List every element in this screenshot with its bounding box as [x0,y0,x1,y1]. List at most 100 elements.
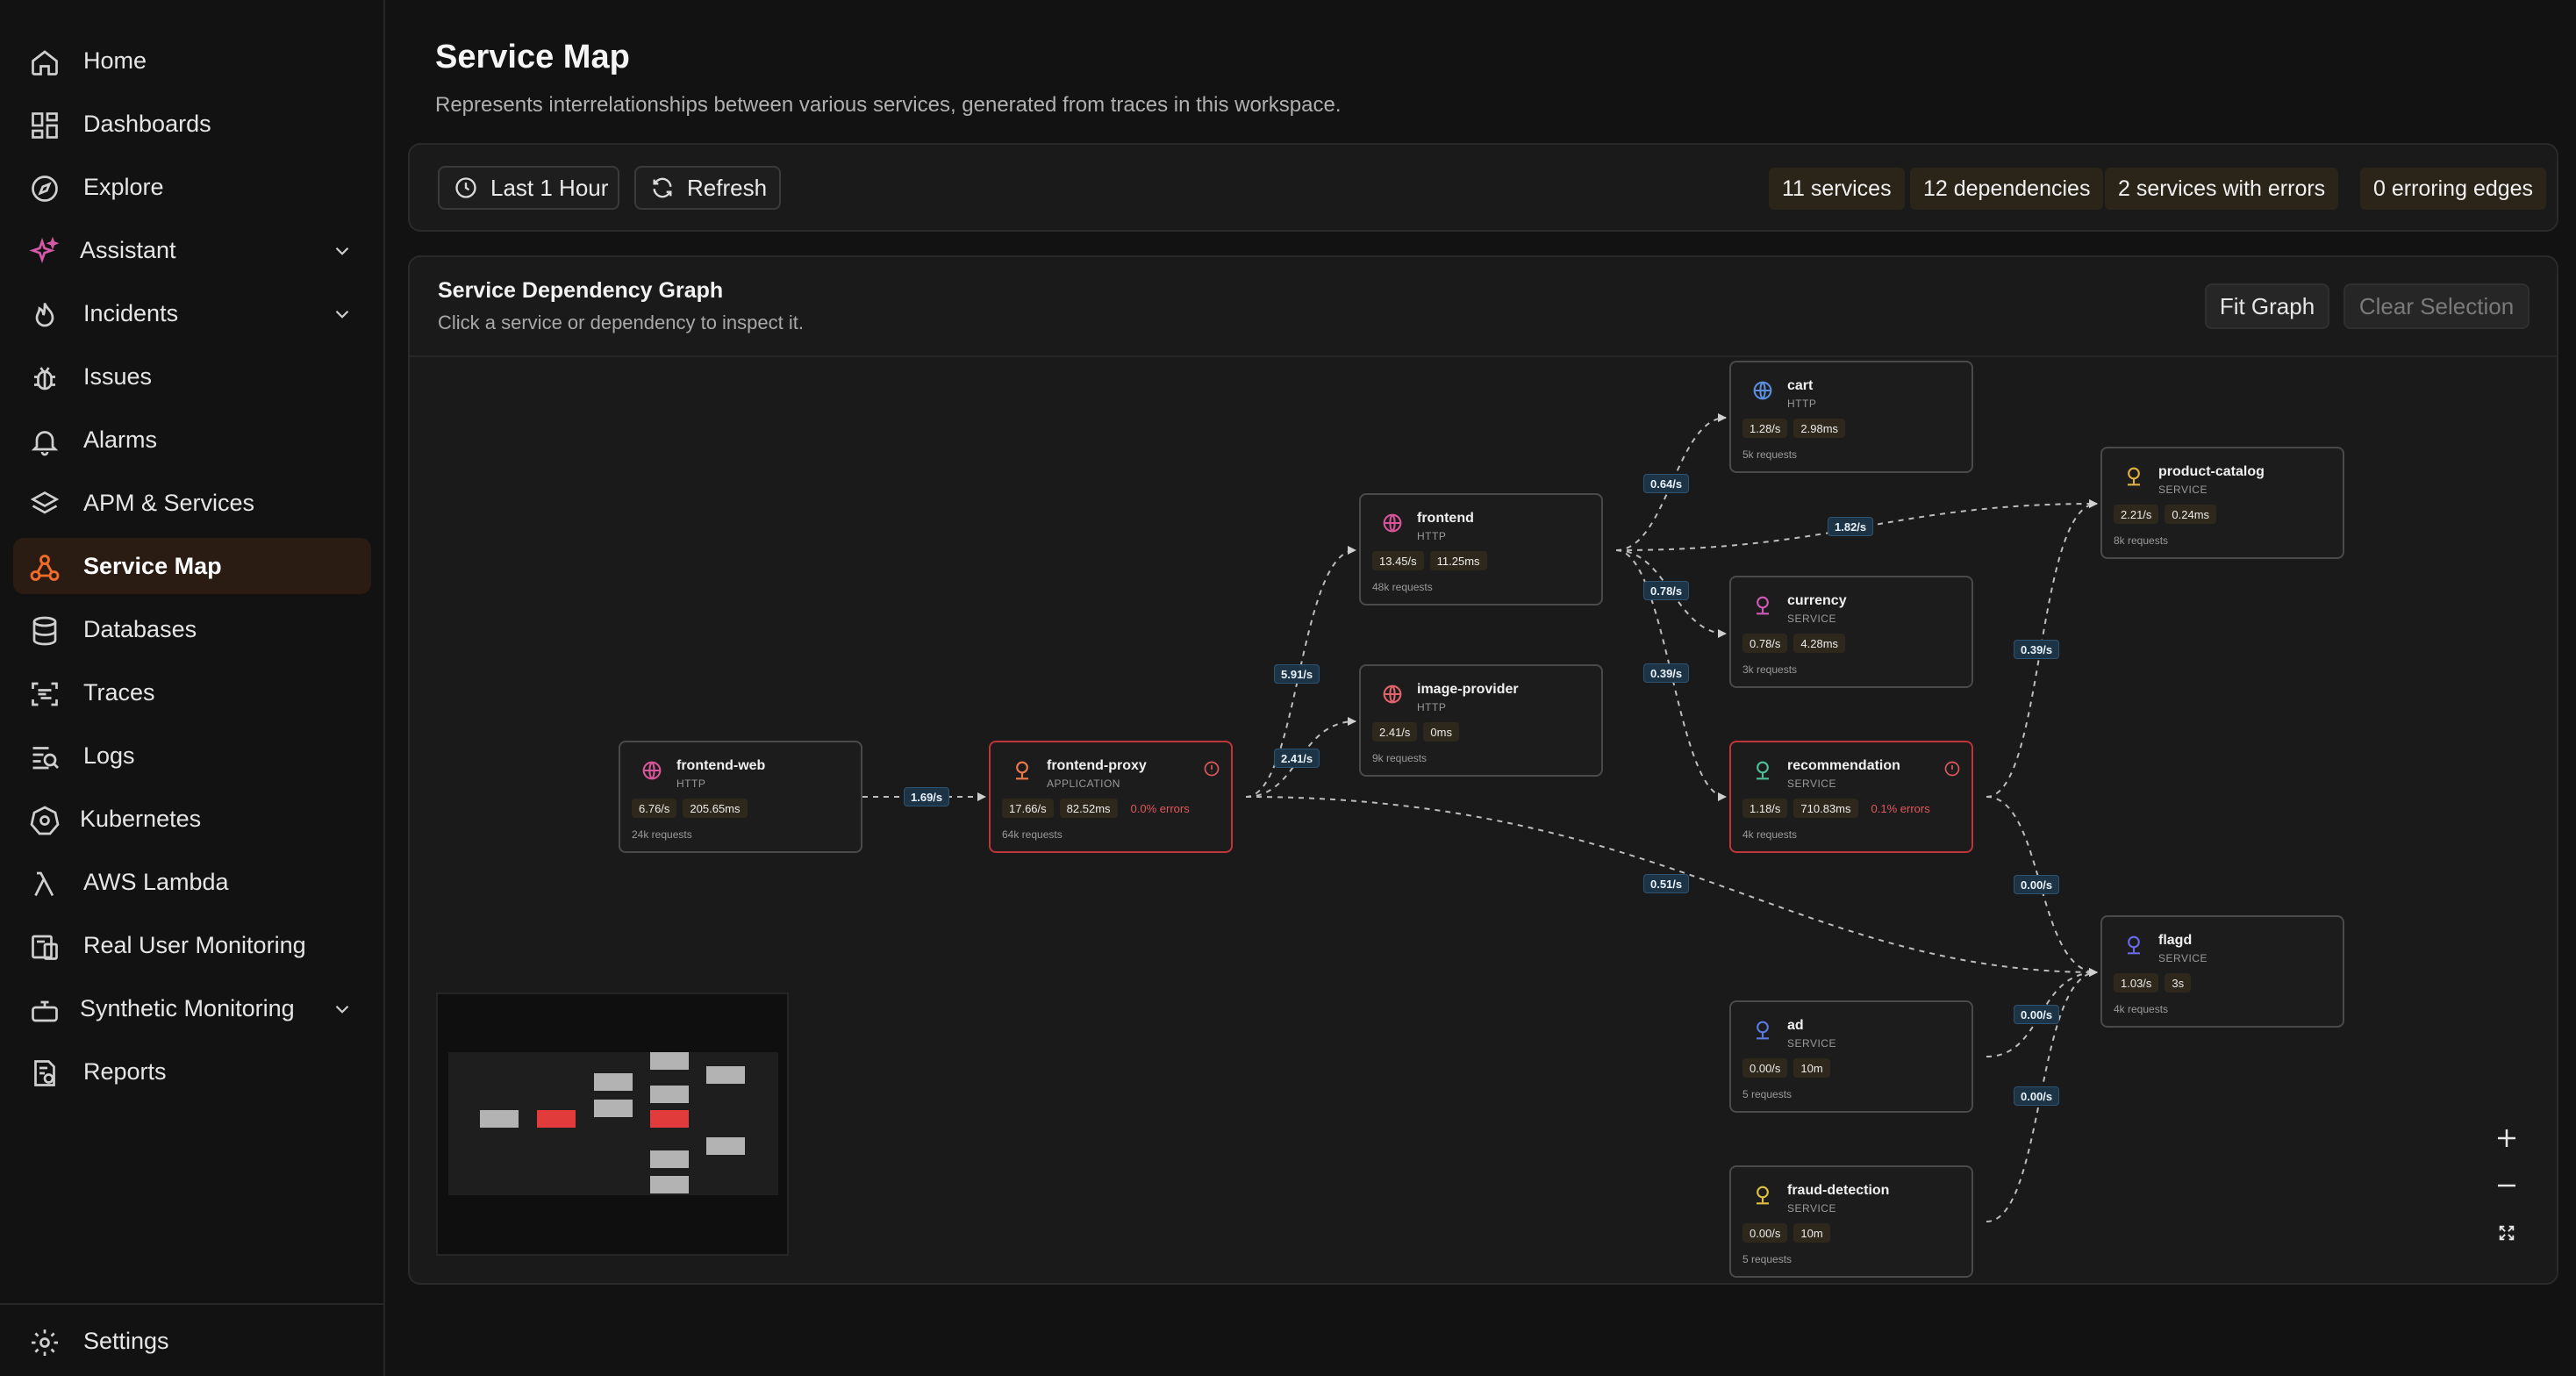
sidebar-item-rum[interactable]: Real User Monitoring [13,917,371,973]
sidebar-item-explore[interactable]: Explore [13,159,371,215]
service-name: frontend [1417,511,1474,526]
graph-title: Service Dependency Graph [438,278,724,303]
sidebar-item-service-map[interactable]: Service Map [13,538,371,594]
latency: 10m [1793,1058,1830,1078]
edge-label[interactable]: 0.00/s [2014,1005,2060,1024]
service-node-fraud-detection[interactable]: fraud-detection SERVICE 0.00/s 10m 5 req… [1729,1165,1973,1278]
service-metrics: 13.45/s 11.25ms [1372,551,1487,570]
service-icon [2122,933,2146,957]
toolbar: Last 1 Hour Refresh 11 services 12 depen… [408,143,2558,232]
minimap-node [650,1176,689,1193]
request-rate: 1.18/s [1742,799,1788,818]
edge-label[interactable]: 1.82/s [1828,517,1874,536]
request-count: 5 requests [1742,1253,1792,1265]
sidebar-item-synthetic-monitoring[interactable]: Synthetic Monitoring [13,980,371,1036]
edge-label[interactable]: 0.39/s [2014,640,2060,659]
database-icon [29,615,61,647]
home-icon [29,47,61,78]
time-range-button[interactable]: Last 1 Hour [438,166,619,210]
request-count: 24k requests [632,828,692,841]
service-node-image-provider[interactable]: image-provider HTTP 2.41/s 0ms 9k reques… [1359,664,1603,777]
plus-icon [2498,1129,2515,1147]
sidebar-item-settings[interactable]: Settings [13,1313,371,1369]
latency: 10m [1793,1223,1830,1243]
service-node-frontend-proxy[interactable]: frontend-proxy APPLICATION 17.66/s 82.52… [989,741,1233,853]
sidebar-nav: Home Dashboards Explore Assistant Incide… [13,32,371,1107]
services-with-errors-badge: 2 services with errors [2105,168,2339,210]
request-count: 3k requests [1742,663,1798,676]
service-node-product-catalog[interactable]: product-catalog SERVICE 2.21/s 0.24ms 8k… [2100,447,2344,559]
chevron-down-icon[interactable] [331,303,354,326]
sidebar-item-traces[interactable]: Traces [13,664,371,720]
gear-icon [29,1327,61,1358]
fit-graph-button[interactable]: Fit Graph [2205,283,2329,329]
sidebar-item-label: Reports [83,1057,167,1085]
chevron-down-icon[interactable] [331,998,354,1021]
request-count: 8k requests [2114,534,2169,547]
service-type: SERVICE [1787,613,1836,625]
kubernetes-icon [29,805,61,836]
traces-icon [29,678,61,710]
service-node-currency[interactable]: currency SERVICE 0.78/s 4.28ms 3k reques… [1729,576,1973,688]
request-rate: 0.78/s [1742,634,1788,653]
robot-icon [29,994,61,1026]
zoom-out-button[interactable] [2489,1168,2524,1203]
service-name: cart [1787,378,1814,393]
sidebar-item-assistant[interactable]: Assistant [13,222,371,278]
sidebar-item-reports[interactable]: Reports [13,1043,371,1100]
service-node-frontend-web[interactable]: frontend-web HTTP 6.76/s 205.65ms 24k re… [619,741,862,853]
sidebar-item-label: Kubernetes [80,805,202,832]
sidebar-item-dashboards[interactable]: Dashboards [13,96,371,152]
service-name: frontend-proxy [1047,758,1147,773]
latency: 0.24ms [2165,505,2217,524]
sidebar-item-label: Dashboards [83,110,211,137]
services-count-badge: 11 services [1769,168,1905,210]
sidebar-item-home[interactable]: Home [13,32,371,89]
service-type: HTTP [1787,398,1817,410]
edge-label[interactable]: 0.78/s [1643,581,1690,600]
service-map-icon [29,552,61,584]
sidebar-item-aws-lambda[interactable]: AWS Lambda [13,854,371,910]
service-name: image-provider [1417,682,1519,697]
edge-label[interactable]: 2.41/s [1274,749,1320,768]
latency: 82.52ms [1059,799,1118,818]
clear-selection-button[interactable]: Clear Selection [2343,283,2529,329]
service-node-frontend[interactable]: frontend HTTP 13.45/s 11.25ms 48k reques… [1359,493,1603,606]
service-name: recommendation [1787,758,1900,773]
sidebar-item-apm-services[interactable]: APM & Services [13,475,371,531]
sidebar-divider [0,1303,385,1305]
edge-label[interactable]: 0.00/s [2014,1086,2060,1106]
edge-label[interactable]: 0.00/s [2014,875,2060,894]
request-rate: 2.41/s [1372,722,1418,742]
error-alert-icon [1943,760,1961,778]
sidebar-item-label: Home [83,47,147,74]
sidebar-item-alarms[interactable]: Alarms [13,412,371,468]
service-node-cart[interactable]: cart HTTP 1.28/s 2.98ms 5k requests [1729,361,1973,473]
edge-label[interactable]: 0.51/s [1643,874,1690,893]
graph-minimap[interactable] [436,993,789,1256]
sidebar-item-issues[interactable]: Issues [13,348,371,405]
service-type: SERVICE [2158,484,2207,496]
edge-label[interactable]: 0.39/s [1643,663,1690,683]
service-node-ad[interactable]: ad SERVICE 0.00/s 10m 5 requests [1729,1000,1973,1113]
minimap-node [706,1137,745,1155]
chevron-down-icon[interactable] [331,240,354,262]
sidebar-item-label: Incidents [83,299,179,326]
refresh-button[interactable]: Refresh [634,166,781,210]
service-name: currency [1787,593,1847,608]
service-node-recommendation[interactable]: recommendation SERVICE 1.18/s 710.83ms 0… [1729,741,1973,853]
logs-icon [29,742,61,773]
sidebar-item-databases[interactable]: Databases [13,601,371,657]
minimap-viewport[interactable] [448,1052,778,1195]
service-node-flagd[interactable]: flagd SERVICE 1.03/s 3s 4k requests [2100,915,2344,1028]
edge-label[interactable]: 0.64/s [1643,474,1690,493]
edge-label[interactable]: 5.91/s [1274,664,1320,684]
fit-view-button[interactable] [2489,1215,2524,1251]
sidebar-item-kubernetes[interactable]: Kubernetes [13,791,371,847]
zoom-in-button[interactable] [2489,1121,2524,1156]
refresh-icon [653,177,672,198]
reports-icon [29,1057,61,1089]
sidebar-item-logs[interactable]: Logs [13,727,371,784]
sidebar-item-incidents[interactable]: Incidents [13,285,371,341]
edge-label[interactable]: 1.69/s [904,787,950,806]
